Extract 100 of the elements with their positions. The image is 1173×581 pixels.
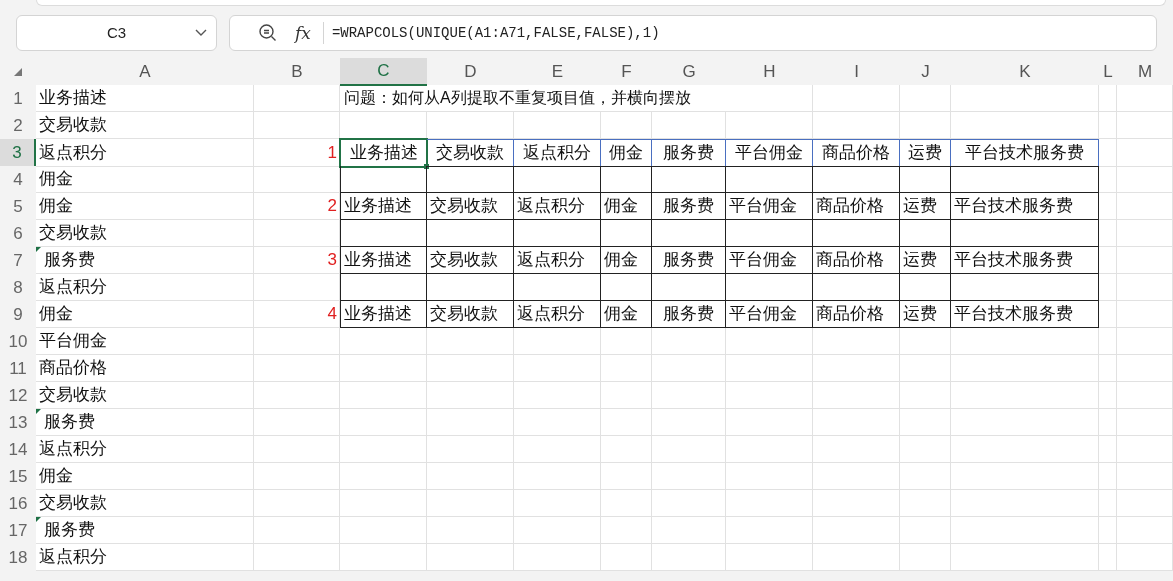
row-header[interactable]: 18: [0, 544, 36, 571]
table-cell: [1099, 328, 1117, 355]
table-cell: 佣金: [36, 193, 254, 220]
table-cell: [1099, 301, 1117, 328]
column-header[interactable]: C: [340, 58, 427, 86]
table-cell: 交易收款: [36, 112, 254, 139]
table-cell: [1117, 355, 1173, 382]
row-header[interactable]: 13: [0, 409, 36, 436]
table-cell: [1099, 247, 1117, 274]
zoom-icon[interactable]: [258, 23, 278, 43]
formula-bar[interactable]: fx =WRAPCOLS(UNIQUE(A1:A71,FALSE,FALSE),1): [229, 15, 1157, 51]
table-cell: [601, 490, 652, 517]
table-cell: 商品价格: [36, 355, 254, 382]
table-cell: [1117, 220, 1173, 247]
row-header[interactable]: 6: [0, 220, 36, 247]
column-header[interactable]: J: [900, 58, 951, 86]
table-cell: [1117, 409, 1173, 436]
table-cell: [900, 517, 951, 544]
table-cell: 平台佣金: [726, 301, 813, 328]
table-cell: 服务费: [652, 139, 726, 167]
table-cell: 交易收款: [36, 382, 254, 409]
column-header[interactable]: F: [601, 58, 652, 86]
table-cell: [1099, 112, 1117, 139]
table-cell: [1117, 301, 1173, 328]
column-header[interactable]: G: [652, 58, 726, 86]
table-cell: 佣金: [36, 166, 254, 193]
table-cell: 服务费: [652, 247, 726, 274]
table-cell: [601, 409, 652, 436]
column-header[interactable]: H: [726, 58, 813, 86]
table-cell: 平台佣金: [726, 139, 813, 167]
table-cell: 交易收款: [427, 193, 514, 220]
table-cell: [1117, 517, 1173, 544]
table-cell: [1117, 544, 1173, 571]
table-cell: 业务描述: [340, 193, 427, 220]
table-cell: [1099, 463, 1117, 490]
row-header[interactable]: 2: [0, 112, 36, 139]
table-cell: 返点积分: [36, 139, 254, 167]
table-cell: [601, 220, 652, 247]
table-cell: [601, 517, 652, 544]
row-header[interactable]: 7: [0, 247, 36, 274]
row-header[interactable]: 12: [0, 382, 36, 409]
table-cell: [900, 355, 951, 382]
column-header[interactable]: M: [1117, 58, 1173, 86]
column-header[interactable]: L: [1099, 58, 1117, 86]
column-header[interactable]: A: [36, 58, 254, 86]
table-cell: [1099, 517, 1117, 544]
function-button[interactable]: fx: [295, 24, 311, 42]
table-cell: [900, 85, 951, 112]
table-cell: [1099, 436, 1117, 463]
row-header[interactable]: 11: [0, 355, 36, 382]
table-cell: [1099, 544, 1117, 571]
table-cell: [1117, 274, 1173, 301]
row-header[interactable]: 16: [0, 490, 36, 517]
column-header[interactable]: B: [254, 58, 340, 86]
table-cell: 商品价格: [813, 301, 900, 328]
table-cell: 交易收款: [36, 490, 254, 517]
table-cell: [1117, 112, 1173, 139]
column-header[interactable]: D: [427, 58, 514, 86]
column-header[interactable]: I: [813, 58, 900, 86]
row-header[interactable]: 8: [0, 274, 36, 301]
column-header[interactable]: E: [514, 58, 601, 86]
row-header[interactable]: 15: [0, 463, 36, 490]
name-box[interactable]: C3: [16, 15, 217, 51]
table-cell: [1099, 166, 1117, 193]
row-header[interactable]: 4: [0, 166, 36, 193]
table-cell: [1117, 328, 1173, 355]
table-cell: 商品价格: [813, 193, 900, 220]
row-header[interactable]: 17: [0, 517, 36, 544]
table-cell: [900, 382, 951, 409]
fill-handle[interactable]: [424, 163, 429, 169]
row-header[interactable]: 10: [0, 328, 36, 355]
table-cell: [601, 112, 652, 139]
table-cell: 3: [254, 247, 340, 274]
table-cell: [900, 166, 951, 193]
row-header[interactable]: 3: [0, 139, 36, 167]
row-header[interactable]: 5: [0, 193, 36, 220]
column-header[interactable]: K: [951, 58, 1099, 86]
table-cell: [1117, 463, 1173, 490]
row-header[interactable]: 14: [0, 436, 36, 463]
table-cell: 平台技术服务费: [951, 247, 1099, 274]
error-flag-icon: [36, 409, 41, 414]
table-cell: 佣金: [36, 463, 254, 490]
row-header[interactable]: 1: [0, 85, 36, 112]
table-cell: 2: [254, 193, 340, 220]
table-cell: [601, 274, 652, 301]
table-cell: [900, 463, 951, 490]
table-cell: 4: [254, 301, 340, 328]
table-cell: [601, 355, 652, 382]
cell-text: 服务费: [44, 249, 95, 272]
cell-text: 业务描述: [349, 142, 418, 164]
table-cell: 返点积分: [514, 247, 601, 274]
table-cell: [601, 382, 652, 409]
row-header[interactable]: 9: [0, 301, 36, 328]
table-cell: [1099, 409, 1117, 436]
table-cell: 交易收款: [427, 301, 514, 328]
table-cell: 返点积分: [514, 301, 601, 328]
table-cell: 平台佣金: [726, 247, 813, 274]
table-cell: [1099, 382, 1117, 409]
select-all-icon[interactable]: [14, 67, 22, 76]
table-cell: [601, 436, 652, 463]
